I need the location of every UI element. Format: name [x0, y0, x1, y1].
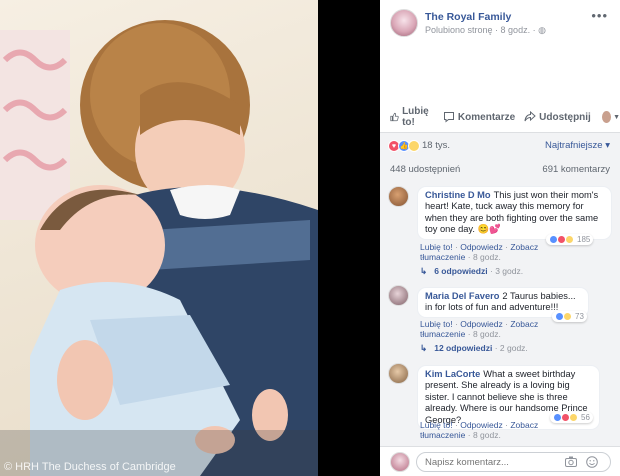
chevron-down-icon[interactable]: ▼: [613, 114, 620, 121]
share-arrow-icon: [524, 111, 536, 122]
comment-author[interactable]: Kim LaCorte: [425, 369, 480, 379]
post-actions: Lubię to! Komentarze Udostępnij ▼: [380, 104, 620, 130]
commenter-avatar[interactable]: [388, 186, 409, 207]
like-button[interactable]: Lubię to!: [390, 106, 434, 128]
viewer-background: [318, 0, 380, 476]
view-replies-link[interactable]: ↳ 6 odpowiedzi · 3 godz.: [420, 266, 523, 277]
comments-count[interactable]: 691 komentarzy: [542, 164, 610, 175]
camera-icon[interactable]: [565, 456, 577, 467]
replies-time: 2 godz.: [499, 343, 528, 353]
sort-label: Najtrafniejsze: [545, 140, 603, 151]
reply-arrow-icon: ↳: [420, 343, 428, 353]
view-replies-link[interactable]: ↳ 12 odpowiedzi · 2 godz.: [420, 343, 528, 354]
thumbs-up-icon: [390, 112, 399, 122]
comment-reply-link[interactable]: Odpowiedz: [460, 319, 503, 329]
chevron-down-icon: ▾: [605, 140, 610, 151]
shares-count[interactable]: 448 udostępnień: [390, 164, 460, 175]
comment-reaction-count: 56: [581, 413, 590, 422]
commenter-avatar[interactable]: [388, 285, 409, 306]
share-label: Udostępnij: [539, 111, 591, 123]
post-stats: 448 udostępnień 691 komentarzy: [380, 159, 620, 181]
post-meta-text: Polubiono stronę · 8 godz. ·: [425, 25, 539, 35]
comment-time[interactable]: 8 godz.: [473, 252, 501, 262]
comment-author[interactable]: Maria Del Favero: [425, 291, 499, 301]
photo-illustration: [0, 20, 318, 476]
emoji-icon[interactable]: [586, 456, 598, 468]
more-dots-icon[interactable]: •••: [591, 8, 608, 23]
like-label: Lubię to!: [402, 106, 429, 128]
comment-input[interactable]: [416, 452, 611, 472]
comment-like-link[interactable]: Lubię to!: [420, 242, 453, 252]
comment-bubble-icon: [443, 112, 454, 123]
comments-list: Christine D Mo This just won their mom's …: [380, 181, 620, 446]
current-user-avatar: [390, 452, 410, 472]
post-photo[interactable]: © HRH The Duchess of Cambridge: [0, 0, 318, 476]
comment-reply-link[interactable]: Odpowiedz: [460, 420, 503, 430]
comment-actions: Lubię to! · Odpowiedz · Zobacz tłumaczen…: [420, 420, 539, 440]
page-name-link[interactable]: The Royal Family: [425, 11, 511, 23]
actor-selector-avatar[interactable]: [601, 111, 612, 123]
commenter-avatar[interactable]: [388, 363, 409, 384]
replies-count: 6 odpowiedzi: [434, 266, 488, 276]
share-button[interactable]: Udostępnij: [524, 111, 591, 123]
comment-bubble: Christine D Mo This just won their mom's …: [417, 186, 612, 240]
wow-reaction-icon: [408, 140, 420, 152]
sort-dropdown[interactable]: Najtrafniejsze ▾: [545, 140, 610, 151]
reaction-count[interactable]: 18 tys.: [422, 140, 450, 151]
page-avatar[interactable]: [390, 9, 418, 37]
comment-composer: [380, 446, 620, 476]
globe-icon: ◍: [538, 25, 546, 35]
comment-label: Komentarze: [457, 111, 516, 123]
comment-like-link[interactable]: Lubię to!: [420, 319, 453, 329]
replies-time: 3 godz.: [495, 266, 524, 276]
post-header: The Royal Family Polubiono stronę · 8 go…: [380, 0, 620, 50]
comment-author[interactable]: Christine D Mo: [425, 190, 491, 200]
comment-reply-link[interactable]: Odpowiedz: [460, 242, 503, 252]
photo-credit: © HRH The Duchess of Cambridge: [4, 461, 176, 473]
comment-actions: Lubię to! · Odpowiedz · Zobacz tłumaczen…: [420, 319, 539, 339]
comment-like-link[interactable]: Lubię to!: [420, 420, 453, 430]
comment-time[interactable]: 8 godz.: [473, 430, 501, 440]
comment-time[interactable]: 8 godz.: [473, 329, 501, 339]
reply-arrow-icon: ↳: [420, 266, 428, 276]
post-sidebar: The Royal Family Polubiono stronę · 8 go…: [380, 0, 620, 476]
replies-count: 12 odpowiedzi: [434, 343, 493, 353]
reactions-summary: ♥ 👍 18 tys. Najtrafniejsze ▾: [380, 132, 620, 159]
comment-button[interactable]: Komentarze: [443, 111, 515, 123]
reaction-icons[interactable]: ♥ 👍: [388, 140, 420, 152]
post-meta: Polubiono stronę · 8 godz. · ◍: [425, 25, 546, 36]
comment-actions: Lubię to! · Odpowiedz · Zobacz tłumaczen…: [420, 242, 539, 262]
